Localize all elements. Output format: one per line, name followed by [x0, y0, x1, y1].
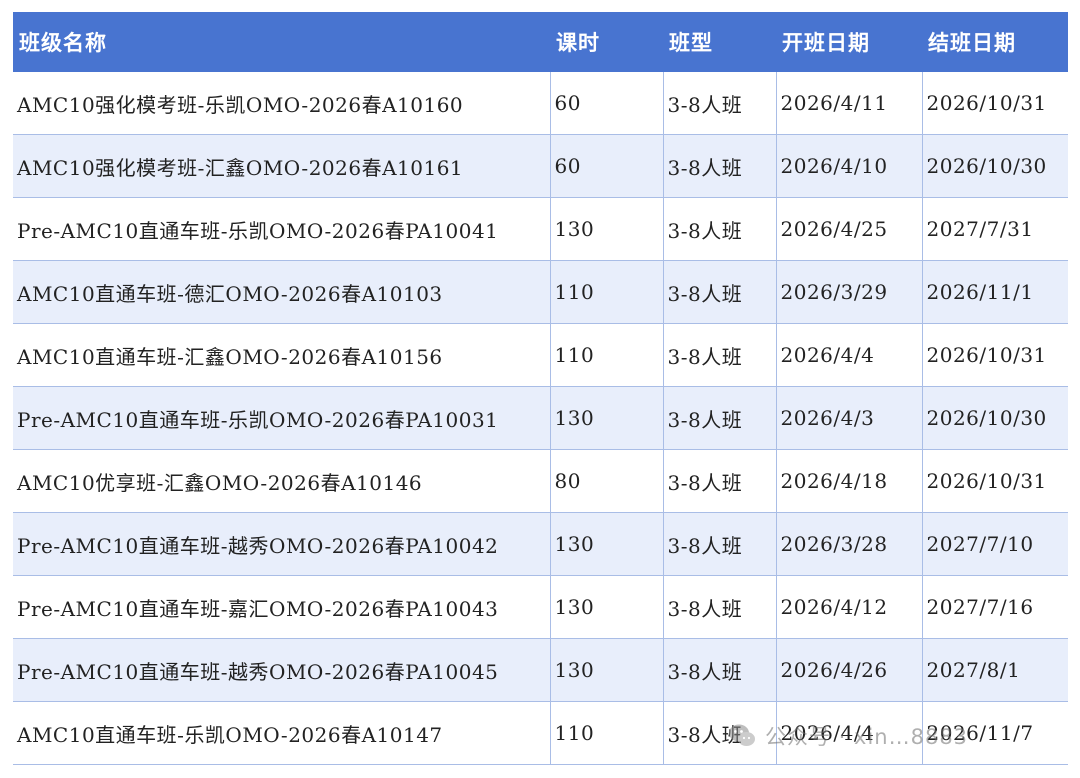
- cell-class-type: 3-8人班: [663, 638, 777, 702]
- table-row: AMC10直通车班-汇鑫OMO-2026春A10156 110 3-8人班 20…: [13, 323, 1068, 387]
- cell-class-type: 3-8人班: [663, 197, 777, 261]
- header-class-type: 班型: [663, 12, 776, 72]
- cell-class-name: AMC10直通车班-德汇OMO-2026春A10103: [13, 260, 551, 324]
- cell-class-name: AMC10强化模考班-汇鑫OMO-2026春A10161: [13, 134, 551, 198]
- table-row: Pre-AMC10直通车班-嘉汇OMO-2026春PA10043 130 3-8…: [13, 575, 1068, 639]
- cell-class-name: Pre-AMC10直通车班-嘉汇OMO-2026春PA10043: [13, 575, 551, 639]
- cell-end-date: 2026/10/30: [922, 134, 1068, 198]
- cell-start-date: 2026/4/11: [776, 72, 923, 135]
- cell-end-date: 2026/10/31: [922, 449, 1068, 513]
- cell-hours: 60: [550, 72, 664, 135]
- cell-class-name: AMC10强化模考班-乐凯OMO-2026春A10160: [13, 72, 551, 135]
- cell-end-date: 2026/10/30: [922, 386, 1068, 450]
- cell-class-type: 3-8人班: [663, 134, 777, 198]
- cell-class-type: 3-8人班: [663, 323, 777, 387]
- cell-hours: 110: [550, 701, 664, 765]
- cell-end-date: 2026/10/31: [922, 323, 1068, 387]
- cell-class-name: Pre-AMC10直通车班-越秀OMO-2026春PA10042: [13, 512, 551, 576]
- table-row: Pre-AMC10直通车班-乐凯OMO-2026春PA10031 130 3-8…: [13, 386, 1068, 450]
- cell-hours: 130: [550, 575, 664, 639]
- class-schedule-table-container: 班级名称 课时 班型 开班日期 结班日期 AMC10强化模考班-乐凯OMO-20…: [13, 12, 1068, 765]
- cell-start-date: 2026/4/12: [776, 575, 923, 639]
- cell-class-name: Pre-AMC10直通车班-乐凯OMO-2026春PA10041: [13, 197, 551, 261]
- header-class-name: 班级名称: [13, 12, 550, 72]
- cell-hours: 130: [550, 638, 664, 702]
- cell-start-date: 2026/4/4: [776, 701, 923, 765]
- cell-class-name: Pre-AMC10直通车班-越秀OMO-2026春PA10045: [13, 638, 551, 702]
- table-row: AMC10直通车班-乐凯OMO-2026春A10147 110 3-8人班 20…: [13, 701, 1068, 765]
- cell-class-name: Pre-AMC10直通车班-乐凯OMO-2026春PA10031: [13, 386, 551, 450]
- cell-hours: 60: [550, 134, 664, 198]
- cell-class-type: 3-8人班: [663, 512, 777, 576]
- cell-start-date: 2026/4/25: [776, 197, 923, 261]
- table-row: Pre-AMC10直通车班-越秀OMO-2026春PA10045 130 3-8…: [13, 638, 1068, 702]
- header-start-date: 开班日期: [776, 12, 922, 72]
- cell-start-date: 2026/4/4: [776, 323, 923, 387]
- cell-class-type: 3-8人班: [663, 386, 777, 450]
- cell-class-name: AMC10优享班-汇鑫OMO-2026春A10146: [13, 449, 551, 513]
- table-row: AMC10直通车班-德汇OMO-2026春A10103 110 3-8人班 20…: [13, 260, 1068, 324]
- cell-end-date: 2027/7/16: [922, 575, 1068, 639]
- table-header: 班级名称 课时 班型 开班日期 结班日期: [13, 12, 1068, 72]
- class-schedule-table: 班级名称 课时 班型 开班日期 结班日期 AMC10强化模考班-乐凯OMO-20…: [13, 12, 1068, 765]
- cell-class-type: 3-8人班: [663, 575, 777, 639]
- cell-start-date: 2026/3/28: [776, 512, 923, 576]
- table-row: Pre-AMC10直通车班-越秀OMO-2026春PA10042 130 3-8…: [13, 512, 1068, 576]
- cell-start-date: 2026/4/3: [776, 386, 923, 450]
- header-row: 班级名称 课时 班型 开班日期 结班日期: [13, 12, 1068, 72]
- cell-start-date: 2026/4/26: [776, 638, 923, 702]
- cell-start-date: 2026/4/18: [776, 449, 923, 513]
- cell-end-date: 2027/7/10: [922, 512, 1068, 576]
- cell-class-type: 3-8人班: [663, 449, 777, 513]
- cell-hours: 130: [550, 386, 664, 450]
- cell-hours: 130: [550, 512, 664, 576]
- cell-class-type: 3-8人班: [663, 260, 777, 324]
- table-row: AMC10强化模考班-汇鑫OMO-2026春A10161 60 3-8人班 20…: [13, 134, 1068, 198]
- cell-hours: 110: [550, 260, 664, 324]
- table-row: AMC10强化模考班-乐凯OMO-2026春A10160 60 3-8人班 20…: [13, 72, 1068, 135]
- cell-end-date: 2026/11/7: [922, 701, 1068, 765]
- cell-end-date: 2026/11/1: [922, 260, 1068, 324]
- header-hours: 课时: [550, 12, 663, 72]
- cell-end-date: 2027/7/31: [922, 197, 1068, 261]
- table-row: AMC10优享班-汇鑫OMO-2026春A10146 80 3-8人班 2026…: [13, 449, 1068, 513]
- table-row: Pre-AMC10直通车班-乐凯OMO-2026春PA10041 130 3-8…: [13, 197, 1068, 261]
- cell-hours: 130: [550, 197, 664, 261]
- cell-class-name: AMC10直通车班-乐凯OMO-2026春A10147: [13, 701, 551, 765]
- cell-start-date: 2026/3/29: [776, 260, 923, 324]
- table-body: AMC10强化模考班-乐凯OMO-2026春A10160 60 3-8人班 20…: [13, 72, 1068, 765]
- cell-hours: 110: [550, 323, 664, 387]
- cell-hours: 80: [550, 449, 664, 513]
- cell-end-date: 2026/10/31: [922, 72, 1068, 135]
- cell-start-date: 2026/4/10: [776, 134, 923, 198]
- cell-end-date: 2027/8/1: [922, 638, 1068, 702]
- header-end-date: 结班日期: [922, 12, 1068, 72]
- cell-class-name: AMC10直通车班-汇鑫OMO-2026春A10156: [13, 323, 551, 387]
- cell-class-type: 3-8人班: [663, 72, 777, 135]
- cell-class-type: 3-8人班: [663, 701, 777, 765]
